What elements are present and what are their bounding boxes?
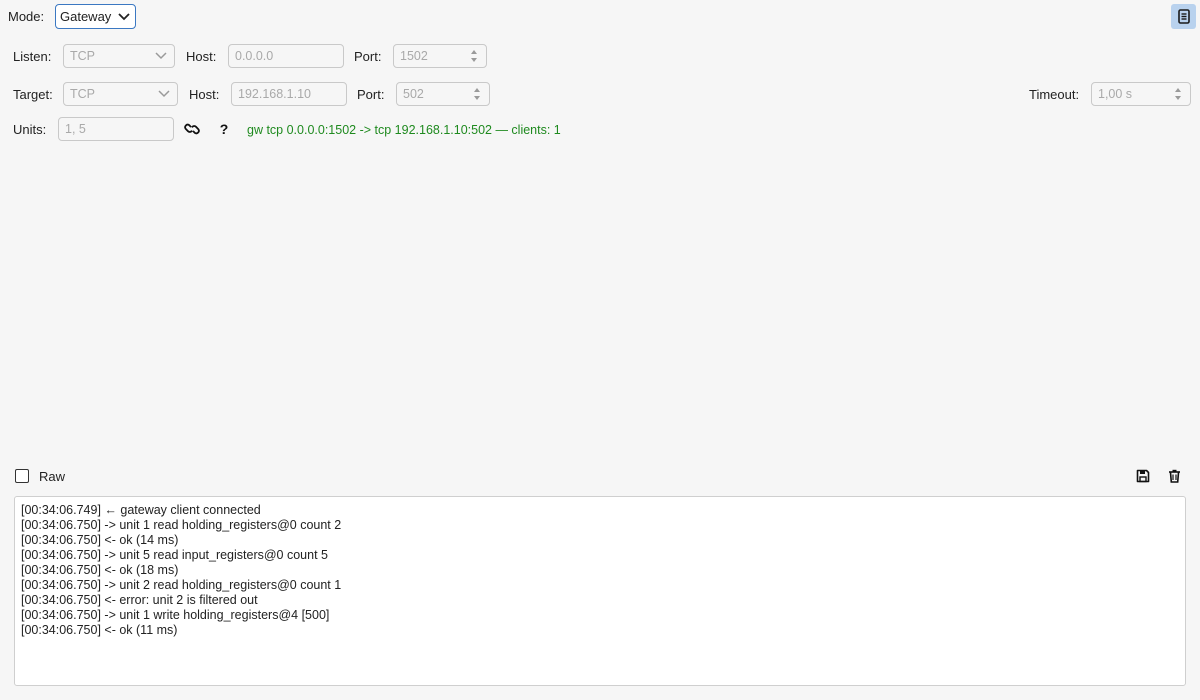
listen-host-input[interactable]: 0.0.0.0	[228, 44, 344, 68]
status-text: gw tcp 0.0.0.0:1502 -> tcp 192.168.1.10:…	[247, 123, 561, 137]
timeout-spinbox[interactable]: 1,00 s	[1091, 82, 1191, 106]
listen-protocol-select[interactable]: TCP	[63, 44, 175, 68]
target-port-value: 502	[403, 87, 424, 101]
log-line: [00:34:06.750] -> unit 5 read input_regi…	[21, 548, 328, 562]
trash-icon	[1168, 469, 1180, 483]
document-toggle-button[interactable]	[1171, 4, 1196, 29]
raw-checkbox[interactable]	[15, 469, 29, 483]
target-protocol-select[interactable]: TCP	[63, 82, 178, 106]
mode-label: Mode:	[8, 9, 45, 24]
spinner-arrows-icon	[471, 50, 477, 62]
units-value: 1, 5	[65, 122, 86, 136]
raw-label: Raw	[39, 469, 66, 484]
connect-button[interactable]	[181, 118, 203, 140]
chevron-down-icon	[158, 90, 170, 98]
target-label: Target:	[13, 87, 53, 102]
listen-host-value: 0.0.0.0	[235, 49, 274, 63]
save-log-button[interactable]	[1133, 466, 1153, 486]
target-port-spinbox[interactable]: 502	[396, 82, 490, 106]
save-icon	[1136, 469, 1150, 483]
spinner-arrows-icon	[1175, 88, 1181, 100]
listen-port-value: 1502	[400, 49, 428, 63]
log-line: [00:34:06.750] <- error: unit 2 is filte…	[21, 593, 258, 607]
chevron-down-icon	[155, 52, 167, 60]
log-output[interactable]: [00:34:06.749] ← gateway client connecte…	[14, 496, 1186, 686]
chevron-down-icon	[118, 13, 130, 21]
mode-value: Gateway	[60, 9, 112, 24]
target-protocol-value: TCP	[70, 87, 95, 101]
units-label: Units:	[13, 122, 47, 137]
log-line: [00:34:06.749] ← gateway client connecte…	[21, 503, 261, 517]
help-icon: ?	[219, 121, 229, 137]
listen-port-label: Port:	[354, 49, 382, 64]
log-line: [00:34:06.750] <- ok (18 ms)	[21, 563, 179, 577]
document-icon	[1177, 9, 1190, 24]
listen-label: Listen:	[13, 49, 52, 64]
log-line: [00:34:06.750] -> unit 1 read holding_re…	[21, 518, 342, 532]
log-line: [00:34:06.750] -> unit 2 read holding_re…	[21, 578, 342, 592]
log-line: [00:34:06.750] <- ok (14 ms)	[21, 533, 179, 547]
timeout-value: 1,00 s	[1098, 87, 1133, 101]
listen-host-label: Host:	[186, 49, 217, 64]
clear-log-button[interactable]	[1164, 466, 1184, 486]
help-button[interactable]: ?	[214, 118, 234, 140]
timeout-label: Timeout:	[1029, 87, 1080, 102]
link-icon	[184, 123, 200, 135]
target-host-input[interactable]: 192.168.1.10	[231, 82, 347, 106]
target-host-value: 192.168.1.10	[238, 87, 311, 101]
listen-protocol-value: TCP	[70, 49, 95, 63]
target-host-label: Host:	[189, 87, 220, 102]
log-line: [00:34:06.750] <- ok (11 ms)	[21, 623, 178, 637]
listen-port-spinbox[interactable]: 1502	[393, 44, 487, 68]
units-input[interactable]: 1, 5	[58, 117, 174, 141]
spinner-arrows-icon	[474, 88, 480, 100]
target-port-label: Port:	[357, 87, 385, 102]
mode-select[interactable]: Gateway	[55, 4, 136, 29]
log-line: [00:34:06.750] -> unit 1 write holding_r…	[21, 608, 330, 622]
